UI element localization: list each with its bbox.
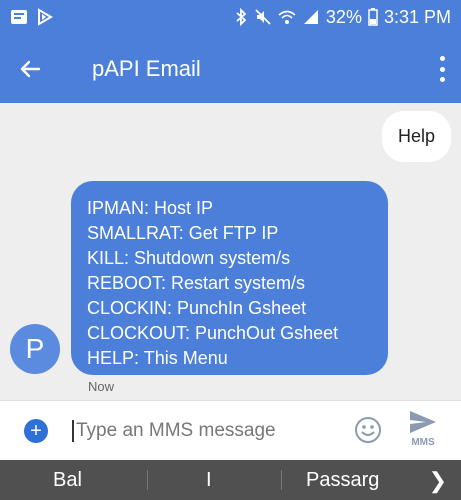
bluetooth-icon [234, 8, 248, 26]
message-timestamp: Now [88, 379, 115, 394]
contact-avatar[interactable]: P [10, 324, 60, 374]
message-line: REBOOT: Restart system/s [87, 273, 306, 293]
app-bar: pAPI Email [0, 34, 461, 103]
battery-percent: 32% [325, 6, 362, 27]
message-line: IPMAN: Host IP [87, 198, 214, 218]
message-line: SMALLRAT: Get FTP IP [87, 223, 279, 243]
send-button[interactable]: MMS [404, 409, 442, 455]
emoji-icon [355, 417, 381, 443]
play-store-icon [36, 8, 54, 26]
status-time: 3:31 PM [383, 6, 451, 27]
conversation-title: pAPI Email [92, 55, 201, 81]
compose-bar: + MMS [0, 400, 461, 460]
add-attachment-button[interactable]: + [24, 418, 48, 443]
back-button[interactable] [0, 34, 60, 103]
message-line: CLOCKOUT: PunchOut Gsheet [87, 323, 339, 343]
message-input[interactable] [72, 419, 332, 442]
incoming-message[interactable]: IPMAN: Host IP SMALLRAT: Get FTP IP KILL… [71, 181, 388, 375]
send-icon [410, 411, 436, 433]
outgoing-message[interactable]: Help [381, 111, 451, 162]
status-left [10, 8, 54, 26]
status-bar: 32% 3:31 PM [0, 0, 461, 34]
emoji-button[interactable] [354, 416, 382, 444]
send-mode-label: MMS [411, 437, 435, 448]
overflow-menu-icon[interactable] [437, 56, 447, 82]
status-right: 32% 3:31 PM [234, 7, 451, 28]
mute-icon [254, 8, 272, 26]
conversation-thread[interactable]: Help IPMAN: Host IP SMALLRAT: Get FTP IP… [0, 103, 461, 400]
message-line: CLOCKIN: PunchIn Gsheet [87, 298, 307, 318]
suggestion-divider [281, 470, 282, 490]
chevron-right-icon[interactable]: ❯ [429, 468, 447, 494]
suggestion-divider [147, 470, 148, 490]
notification-icon [10, 8, 28, 26]
message-line: KILL: Shutdown system/s [87, 248, 291, 268]
suggestion-item[interactable]: Bal [53, 469, 82, 492]
signal-icon [302, 8, 320, 26]
message-line: HELP: This Menu [87, 348, 228, 368]
keyboard-suggestion-bar: Bal I Passarg ❯ [0, 460, 461, 500]
wifi-icon [278, 8, 296, 26]
add-icon: + [30, 419, 42, 442]
battery-icon [368, 8, 378, 26]
suggestion-item[interactable]: I [206, 469, 212, 492]
back-arrow-icon [20, 60, 41, 77]
suggestion-item[interactable]: Passarg [306, 469, 379, 492]
